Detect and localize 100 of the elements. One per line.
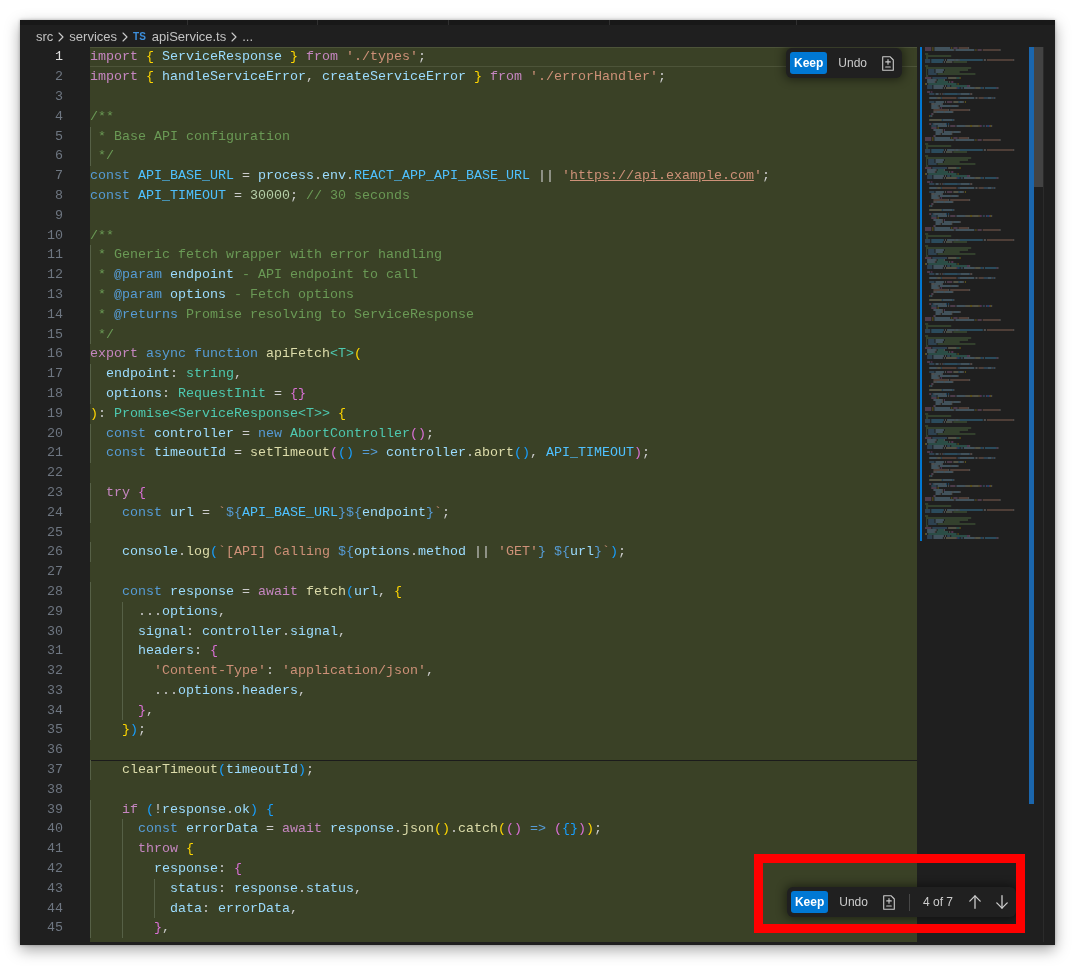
indent-guide <box>90 542 91 563</box>
line-number: 5 <box>55 127 63 146</box>
breadcrumb-item[interactable]: services <box>69 27 118 46</box>
line-number: 20 <box>47 424 63 443</box>
action-button[interactable]: Undo <box>834 891 873 913</box>
line-number: 2 <box>55 68 63 87</box>
code-line: status: response.status, <box>170 879 362 898</box>
code-line: const url = `${API_BASE_URL}${endpoint}`; <box>122 503 450 522</box>
code-line: const API_BASE_URL = process.env.REACT_APP_API_BASE_URL || 'https://api.example.com'; <box>90 167 770 186</box>
line-number: 36 <box>47 741 63 760</box>
code-line: options: RequestInit = {} <box>106 384 306 403</box>
line-number: 26 <box>47 543 63 562</box>
line-number: 28 <box>47 582 63 601</box>
line-number: 14 <box>47 305 63 324</box>
line-number: 17 <box>47 365 63 384</box>
line-number: 22 <box>47 464 63 483</box>
line-number: 35 <box>47 721 63 740</box>
arrow-up-icon[interactable] <box>969 895 981 909</box>
breadcrumb-item[interactable]: TS apiService.ts <box>133 27 227 46</box>
line-number: 34 <box>47 701 63 720</box>
code-line: import { ServiceResponse } from './types'; <box>90 48 426 67</box>
line-number: 18 <box>47 384 63 403</box>
line-number: 4 <box>55 107 63 126</box>
code-line: const errorData = await response.json().catch(() => ({})); <box>138 820 602 839</box>
code-line: /** <box>90 226 114 245</box>
line-number: 39 <box>47 800 63 819</box>
line-number: 27 <box>47 563 63 582</box>
code-line: export async function apiFetch<T>( <box>90 345 362 364</box>
code-line: ...options, <box>138 602 226 621</box>
line-number: 45 <box>47 919 63 938</box>
file-type-label: TS <box>133 31 146 43</box>
line-number: 41 <box>47 840 63 859</box>
code-line: headers: { <box>138 642 218 661</box>
line-number: 31 <box>47 642 63 661</box>
code-line: response: { <box>154 860 242 879</box>
code-line: */ <box>98 147 114 166</box>
action-button[interactable]: Keep <box>789 52 828 75</box>
code-line: endpoint: string, <box>106 365 242 384</box>
line-number: 44 <box>47 899 63 918</box>
code-line: signal: controller.signal, <box>138 622 346 641</box>
action-button[interactable]: Undo <box>833 52 872 75</box>
line-number: 6 <box>55 147 63 166</box>
code-line: 'Content-Type': 'application/json', <box>154 662 434 681</box>
code-line: * Base API configuration <box>98 127 290 146</box>
line-number: 43 <box>47 879 63 898</box>
code-line: const controller = new AbortController(); <box>106 424 434 443</box>
code-line: clearTimeout(timeoutId); <box>122 761 314 780</box>
line-number: 8 <box>55 186 63 205</box>
code-line: * Generic fetch wrapper with error handling <box>98 246 442 265</box>
line-number: 38 <box>47 780 63 799</box>
document-diff-icon[interactable] <box>882 56 894 71</box>
line-number: 24 <box>47 503 63 522</box>
chevron-right-icon <box>231 31 238 42</box>
line-number: 12 <box>47 266 63 285</box>
line-number: 13 <box>47 285 63 304</box>
line-number: 3 <box>55 88 63 106</box>
indent-guide <box>90 760 91 780</box>
code-line: ): Promise<ServiceResponse<T>> { <box>90 404 346 423</box>
line-number: 19 <box>47 404 63 423</box>
code-line: data: errorData, <box>170 899 298 918</box>
chevron-right-icon <box>122 31 129 42</box>
code-line: }, <box>154 919 170 938</box>
breadcrumb-item[interactable]: src <box>36 27 54 46</box>
code-line: const response = await fetch(url, { <box>122 582 402 601</box>
line-number: 10 <box>47 226 63 245</box>
line-number: 15 <box>47 325 63 344</box>
line-number: 32 <box>47 662 63 681</box>
line-number: 33 <box>47 681 63 700</box>
line-number: 42 <box>47 860 63 879</box>
line-number: 30 <box>47 622 63 641</box>
code-line: ...options.headers, <box>154 681 306 700</box>
arrow-down-icon[interactable] <box>996 895 1008 909</box>
line-number: 25 <box>47 523 63 542</box>
line-number: 21 <box>47 444 63 463</box>
breadcrumb-item[interactable]: ... <box>242 27 254 46</box>
code-line: }); <box>122 721 146 740</box>
line-number: 29 <box>47 602 63 621</box>
code-line: if (!response.ok) { <box>122 800 274 819</box>
code-line: const timeoutId = setTimeout(() => controller.abort(), API_TIMEOUT); <box>106 444 650 463</box>
document-diff-icon[interactable] <box>882 894 895 910</box>
code-line: /** <box>90 107 114 126</box>
change-counter: 4 of 7 <box>922 895 953 909</box>
line-number: 11 <box>47 246 63 265</box>
action-button[interactable]: Keep <box>790 891 829 913</box>
code-line: console.log(`[API] Calling ${options.method || 'GET'} ${url}`); <box>122 543 626 562</box>
code-line: try { <box>106 483 146 502</box>
line-number: 9 <box>55 206 63 225</box>
line-number: 23 <box>47 483 63 502</box>
line-number: 16 <box>47 345 63 364</box>
line-number: 37 <box>47 761 63 780</box>
code-line: }, <box>138 701 154 720</box>
line-number: 7 <box>55 167 63 186</box>
code-line: * @param endpoint - API endpoint to call <box>98 266 418 285</box>
code-line: import { handleServiceError, createServiceError } from './errorHandler'; <box>90 68 666 87</box>
code-line: throw { <box>138 840 194 859</box>
chevron-right-icon <box>58 31 65 42</box>
line-number: 1 <box>55 48 63 67</box>
scrollbar-thumb[interactable] <box>1034 47 1043 188</box>
code-line: */ <box>98 325 114 344</box>
line-number: 40 <box>47 820 63 839</box>
